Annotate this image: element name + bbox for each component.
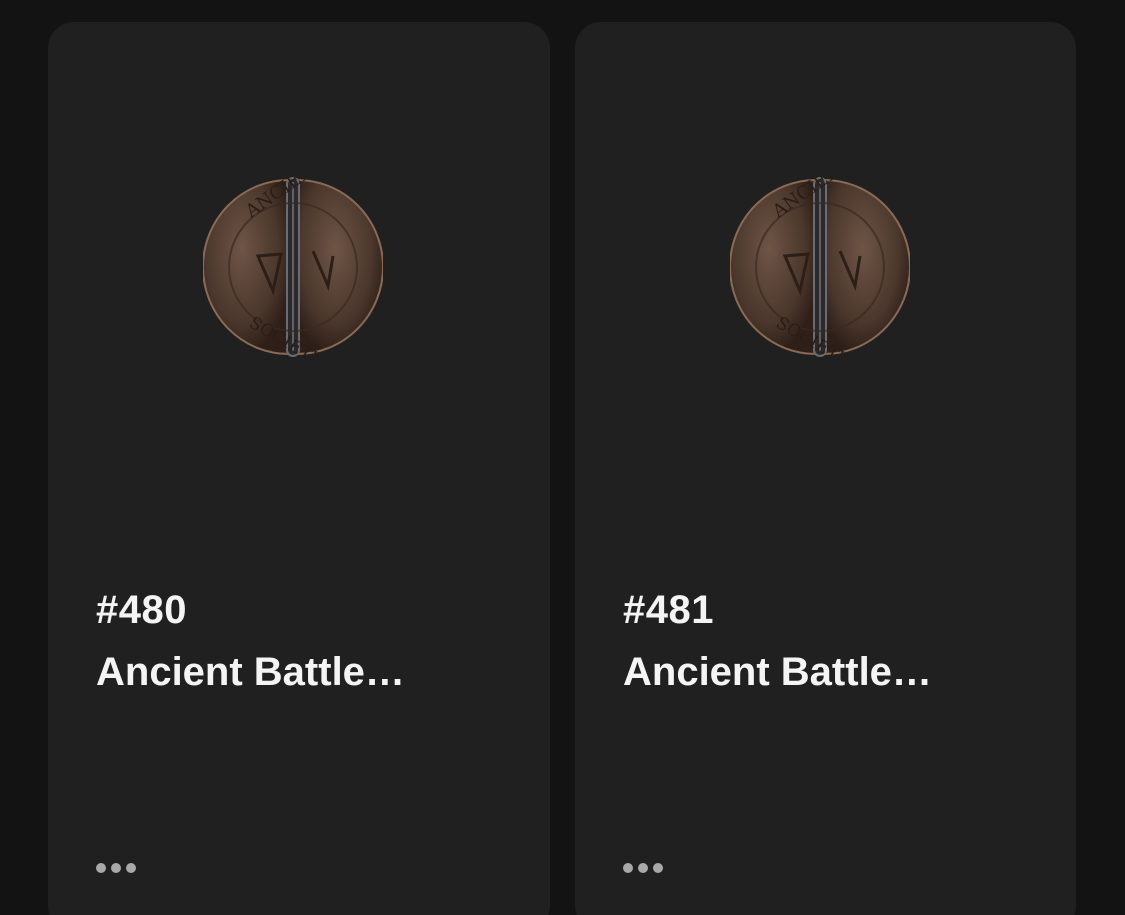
nft-card[interactable]: ANCIENT SOCIETY #481 Ancient Battle… <box>575 22 1076 915</box>
coin-image: ANCIENT SOCIETY <box>203 176 383 358</box>
more-horizontal-icon[interactable] <box>96 858 144 878</box>
nft-grid: ANCIENT SOCIETY #480 Ancient Battle… ANC… <box>0 0 1125 915</box>
token-number: #480 <box>96 588 187 632</box>
more-horizontal-icon[interactable] <box>623 858 671 878</box>
token-name: Ancient Battle… <box>623 650 932 694</box>
token-number: #481 <box>623 588 714 632</box>
coin-image: ANCIENT SOCIETY <box>730 176 910 358</box>
dot <box>623 863 633 873</box>
dot <box>96 863 106 873</box>
dot <box>111 863 121 873</box>
dot <box>638 863 648 873</box>
dot <box>126 863 136 873</box>
nft-card[interactable]: ANCIENT SOCIETY #480 Ancient Battle… <box>48 22 550 915</box>
token-name: Ancient Battle… <box>96 650 405 694</box>
dot <box>653 863 663 873</box>
